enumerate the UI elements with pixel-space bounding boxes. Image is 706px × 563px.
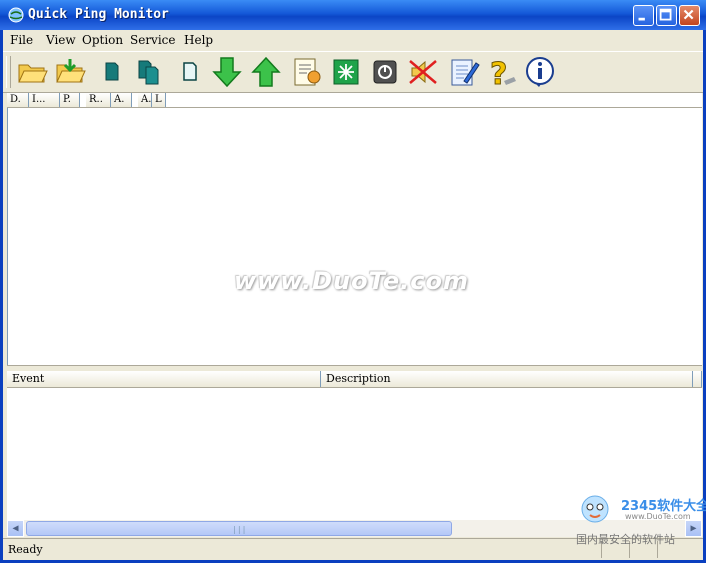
column-header[interactable]: I... [29, 93, 60, 107]
notepad-icon[interactable] [446, 55, 480, 89]
mute-speaker-icon[interactable] [406, 55, 440, 89]
import-folder-icon[interactable] [53, 55, 87, 89]
scroll-thumb[interactable]: ||| [26, 521, 452, 536]
copy-documents-icon[interactable] [132, 55, 166, 89]
edit-settings-icon[interactable] [290, 55, 324, 89]
blank-document-icon[interactable] [173, 55, 207, 89]
column-header[interactable]: L [152, 93, 166, 107]
start-service-icon[interactable] [329, 55, 363, 89]
title-bar[interactable]: Quick Ping Monitor [0, 0, 706, 30]
menu-view[interactable]: View [46, 33, 76, 47]
minimize-button[interactable] [633, 5, 654, 26]
watermark: www.DuoTe.com [234, 267, 469, 295]
help-icon[interactable]: ? [484, 55, 518, 89]
column-header-event[interactable]: Event [7, 371, 321, 387]
menu-bar: File View Option Service Help [3, 30, 703, 50]
brand-tagline: 国内最安全的软件站 [576, 533, 675, 546]
host-list-header: D. I... P. R.. A. A. L [7, 93, 702, 108]
svg-text:?: ? [490, 57, 507, 89]
column-header[interactable]: A. [111, 93, 132, 107]
host-list[interactable]: www.DuoTe.com [7, 108, 702, 365]
toolbar: ? [3, 51, 703, 93]
mascot-logo-icon [575, 491, 615, 525]
menu-service[interactable]: Service [130, 33, 176, 47]
maximize-button[interactable] [656, 5, 677, 26]
menu-help[interactable]: Help [184, 33, 213, 47]
open-folder-icon[interactable] [15, 55, 49, 89]
app-globe-icon [8, 7, 24, 23]
scroll-grip-icon: ||| [232, 525, 247, 534]
arrow-down-icon[interactable] [210, 55, 244, 89]
column-header-description[interactable]: Description [321, 371, 693, 387]
new-document-icon[interactable] [95, 55, 129, 89]
event-log-header: Event Description [7, 371, 702, 388]
menu-file[interactable]: File [10, 33, 33, 47]
brand-watermark: 2345软件大全 www.DuoTe.com 国内最安全的软件站 [569, 491, 706, 547]
power-icon[interactable] [368, 55, 402, 89]
brand-url: www.DuoTe.com [625, 512, 691, 521]
column-header[interactable]: R.. [86, 93, 111, 107]
column-header[interactable]: A. [138, 93, 152, 107]
column-header[interactable]: P. [60, 93, 80, 107]
arrow-up-icon[interactable] [249, 55, 283, 89]
column-header-extra[interactable] [693, 371, 702, 387]
toolbar-grip[interactable] [6, 56, 11, 88]
column-header[interactable]: D. [7, 93, 29, 107]
info-icon[interactable] [523, 55, 557, 89]
menu-option[interactable]: Option [82, 33, 123, 47]
scroll-left-icon[interactable]: ◀ [7, 520, 24, 537]
close-button[interactable] [679, 5, 700, 26]
status-text: Ready [8, 543, 43, 556]
window-title: Quick Ping Monitor [28, 7, 169, 22]
app-window: Quick Ping Monitor File View Option Serv… [0, 0, 706, 563]
